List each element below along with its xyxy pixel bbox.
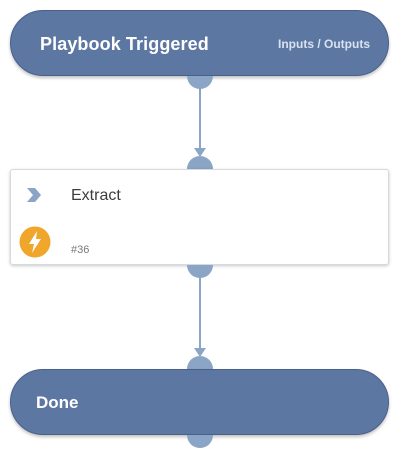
- arrow-head-icon: [194, 348, 206, 357]
- arrow-head-icon: [194, 148, 206, 157]
- connector-extract-to-done: [194, 276, 206, 357]
- done-node-title: Done: [36, 393, 79, 412]
- task-title: Extract: [71, 187, 121, 204]
- task-id: #36: [71, 244, 90, 256]
- start-node-title: Playbook Triggered: [40, 34, 209, 54]
- inputs-outputs-link[interactable]: Inputs / Outputs: [278, 36, 370, 52]
- playbook-canvas: Playbook Triggered Inputs / Outputs Extr…: [0, 0, 400, 459]
- connector-start-to-extract: [194, 86, 206, 157]
- lightning-bolt-icon: [19, 226, 51, 258]
- extract-task-node[interactable]: Extract #36: [10, 169, 389, 265]
- done-node[interactable]: Done: [10, 369, 389, 435]
- chevron-right-icon: [27, 188, 41, 202]
- playbook-triggered-node[interactable]: Playbook Triggered Inputs / Outputs: [10, 10, 389, 76]
